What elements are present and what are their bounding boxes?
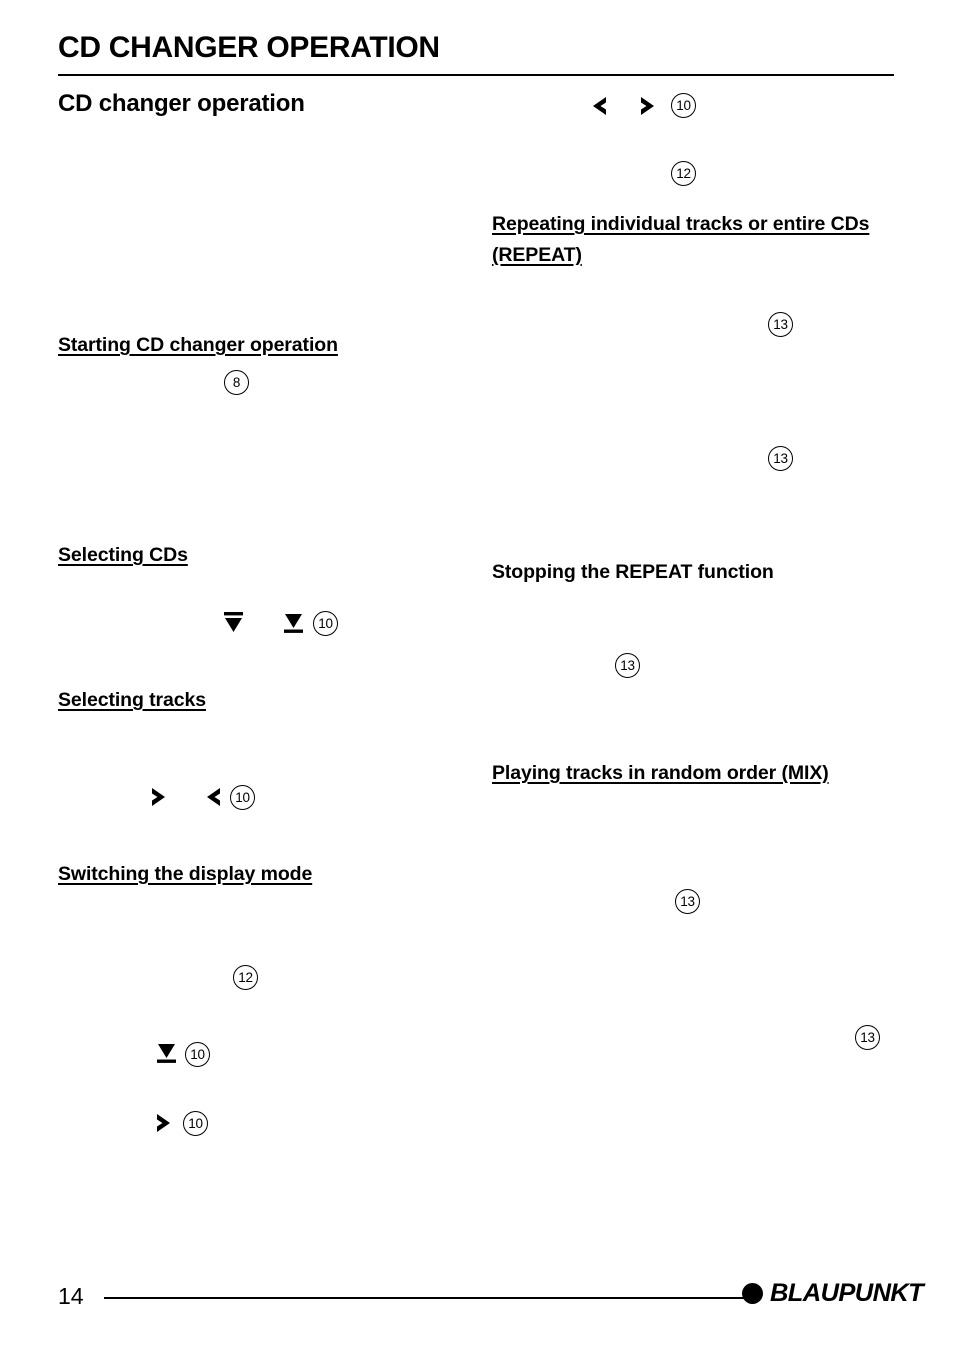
arrow-down-bar-icon: [153, 1039, 180, 1066]
reference-number: 13: [675, 889, 700, 914]
arrow-left-icon: [199, 784, 225, 810]
arrow-left-icon: [585, 93, 611, 119]
reference-number: 10: [230, 785, 255, 810]
footer-divider: [104, 1297, 750, 1299]
blaupunkt-dot-icon: [742, 1283, 763, 1304]
arrow-up-bar-icon: [220, 609, 247, 636]
reference-number: 10: [671, 93, 696, 118]
reference-number: 12: [671, 161, 696, 186]
heading-selecting-cds: Selecting CDs: [58, 544, 188, 566]
brand-name: BLAUPUNKT: [770, 1279, 924, 1307]
arrow-down-bar-icon: [280, 609, 307, 636]
manual-page: CD CHANGER OPERATION CD changer operatio…: [0, 0, 954, 1349]
reference-number: 12: [233, 965, 258, 990]
heading-switching-the-display-mode: Switching the display mode: [58, 863, 313, 885]
page-number: 14: [58, 1283, 84, 1309]
heading-stopping-the-repeat-function: Stopping the REPEAT function: [492, 561, 774, 583]
running-head: CD CHANGER OPERATION: [58, 31, 440, 64]
reference-number: 10: [183, 1111, 208, 1136]
reference-number: 13: [768, 312, 793, 337]
heading-selecting-tracks: Selecting tracks: [58, 689, 206, 711]
reference-number: 13: [615, 653, 640, 678]
heading-repeating-tracks-or-cds: Repeating individual tracks or entire CD…: [492, 213, 870, 266]
reference-number: 8: [224, 370, 249, 395]
brand-logo: BLAUPUNKT: [742, 1279, 924, 1307]
heading-starting-cd-changer-operation: Starting CD changer operation: [58, 334, 338, 356]
arrow-right-icon: [147, 784, 173, 810]
reference-number: 10: [313, 611, 338, 636]
reference-number: 13: [768, 446, 793, 471]
arrow-right-icon: [636, 93, 662, 119]
page-title: CD changer operation: [58, 90, 305, 117]
reference-number: 10: [185, 1042, 210, 1067]
arrow-right-icon: [152, 1110, 178, 1136]
header-divider: [58, 74, 894, 76]
reference-number: 13: [855, 1025, 880, 1050]
heading-playing-tracks-in-random-order: Playing tracks in random order (MIX): [492, 762, 829, 784]
